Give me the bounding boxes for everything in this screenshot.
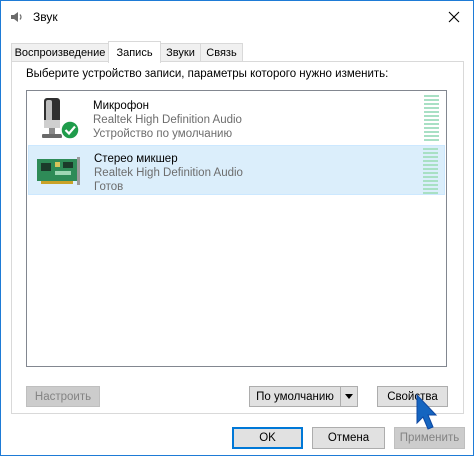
tab-sounds[interactable]: Звуки xyxy=(160,43,201,62)
set-default-dropdown[interactable] xyxy=(341,387,357,406)
configure-button[interactable]: Настроить xyxy=(26,386,100,407)
set-default-split-button[interactable]: По умолчанию xyxy=(249,386,358,407)
speaker-icon xyxy=(11,12,22,22)
title-bar[interactable]: Звук xyxy=(1,1,473,32)
device-name: Стерео микшер xyxy=(94,153,178,165)
default-check-icon xyxy=(60,120,80,140)
microphone-icon xyxy=(42,98,80,140)
level-meter xyxy=(424,95,439,141)
ok-button[interactable]: OK xyxy=(232,427,303,449)
device-status: Устройство по умолчанию xyxy=(93,128,233,140)
device-item-microphone[interactable]: Микрофон Realtek High Definition Audio У… xyxy=(28,93,445,143)
device-name: Микрофон xyxy=(93,100,150,112)
device-driver: Realtek High Definition Audio xyxy=(94,167,243,179)
instruction-text: Выберите устройство записи, параметры ко… xyxy=(26,68,389,80)
close-icon xyxy=(448,11,460,23)
device-status: Готов xyxy=(94,181,124,193)
sound-card-icon xyxy=(37,157,80,185)
set-default-button[interactable]: По умолчанию xyxy=(250,387,341,406)
tab-playback[interactable]: Воспроизведение xyxy=(11,43,109,62)
level-meter xyxy=(423,148,438,194)
tab-communications[interactable]: Связь xyxy=(200,43,243,62)
device-item-stereo-mix[interactable]: Стерео микшер Realtek High Definition Au… xyxy=(28,145,445,195)
sound-dialog: Звук Воспроизведение Запись Звуки Связь … xyxy=(0,0,474,456)
mouse-pointer-icon xyxy=(416,393,438,430)
window-title: Звук xyxy=(33,10,58,24)
recording-panel: Выберите устройство записи, параметры ко… xyxy=(11,61,464,414)
device-list[interactable]: Микрофон Realtek High Definition Audio У… xyxy=(26,90,447,367)
close-button[interactable] xyxy=(441,5,467,29)
tab-recording[interactable]: Запись xyxy=(108,41,161,63)
device-driver: Realtek High Definition Audio xyxy=(93,114,242,126)
cancel-button[interactable]: Отмена xyxy=(312,427,385,449)
chevron-down-icon xyxy=(345,394,353,399)
